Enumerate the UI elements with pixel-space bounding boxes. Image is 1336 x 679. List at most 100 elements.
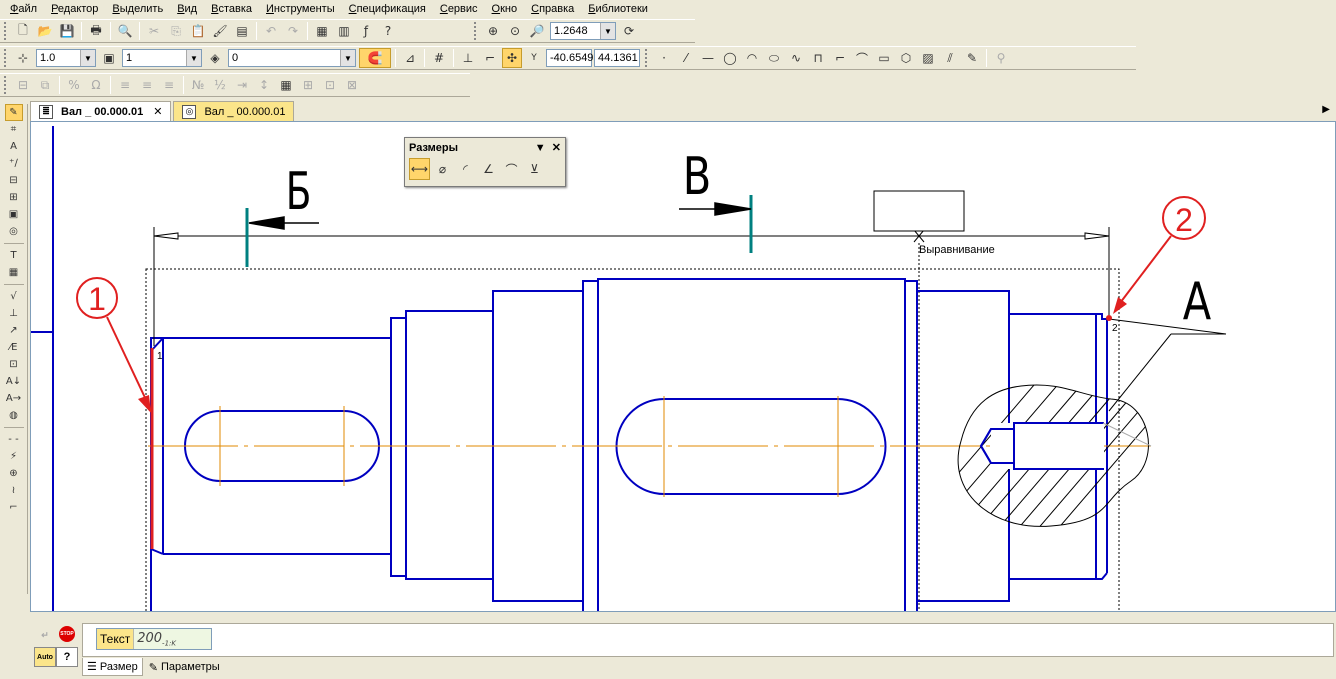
measure-icon[interactable]: ⊞ xyxy=(5,189,23,206)
leader-icon[interactable]: ↗ xyxy=(5,322,23,339)
menu-specification[interactable]: Спецификация xyxy=(349,3,426,15)
undo-icon[interactable]: ↶ xyxy=(261,21,281,41)
format-brush-icon[interactable]: 🖌 xyxy=(210,21,230,41)
center-mark-icon[interactable]: ⊕ xyxy=(5,465,23,482)
indent-icon[interactable]: ⇥ xyxy=(232,75,252,95)
parametrize-icon[interactable]: ⊟ xyxy=(5,172,23,189)
menu-editor[interactable]: Редактор xyxy=(51,3,98,15)
cut-icon[interactable]: ✂ xyxy=(144,21,164,41)
ellipse-icon[interactable]: ⬭ xyxy=(764,48,784,68)
menu-insert[interactable]: Вставка xyxy=(211,3,252,15)
stop-icon[interactable]: STOP xyxy=(56,624,78,644)
frame-icon[interactable]: ⌐ xyxy=(5,499,23,516)
wave-line-icon[interactable]: ≀ xyxy=(5,482,23,499)
menu-libraries[interactable]: Библиотеки xyxy=(588,3,648,15)
panel-titlebar[interactable]: Размеры ▼ ✕ xyxy=(405,138,565,158)
toolbar-grip[interactable] xyxy=(4,22,9,40)
tab-document-active[interactable]: ≣ Вал _ 00.000.01 ✕ xyxy=(30,101,172,121)
menu-service[interactable]: Сервис xyxy=(440,3,478,15)
layer-combo[interactable]: 1 ▼ xyxy=(122,49,202,67)
menu-view[interactable]: Вид xyxy=(177,3,197,15)
cut-line-icon[interactable]: A↓ xyxy=(5,373,23,390)
style-icon[interactable]: ◈ xyxy=(205,48,225,68)
table-left-icon[interactable]: ▦ xyxy=(5,264,23,281)
tab-parameters[interactable]: ✎ Параметры xyxy=(145,658,224,676)
print-icon[interactable]: 🖶 xyxy=(86,21,106,41)
text-right-icon[interactable]: ≡ xyxy=(159,75,179,95)
split-icon[interactable]: ⊡ xyxy=(320,75,340,95)
merge-icon[interactable]: ⊞ xyxy=(298,75,318,95)
preview-icon[interactable]: 🔍 xyxy=(115,21,135,41)
zoom-in-icon[interactable]: 🔎 xyxy=(527,21,547,41)
chevron-down-icon[interactable]: ▼ xyxy=(186,50,201,66)
help-icon[interactable]: ? xyxy=(56,647,78,667)
table-icon[interactable]: ▦ xyxy=(276,75,296,95)
break-icon[interactable]: ⚡ xyxy=(5,448,23,465)
toolbar-grip[interactable] xyxy=(474,22,479,40)
percent-icon[interactable]: % xyxy=(64,75,84,95)
chevron-down-icon[interactable]: ▼ xyxy=(80,50,95,66)
tab-document-inactive[interactable]: ◎ Вал _ 00.000.01 xyxy=(173,101,295,121)
menu-file[interactable]: Файл xyxy=(10,3,37,15)
chevron-down-icon[interactable]: ▼ xyxy=(340,50,355,66)
rectangle-icon[interactable]: ▭ xyxy=(874,48,894,68)
grid-icon[interactable]: # xyxy=(429,48,449,68)
zoom-window-icon[interactable]: ⊕ xyxy=(483,21,503,41)
arc-dimension-icon[interactable]: ⌒ xyxy=(501,158,522,180)
tolerance-icon[interactable]: ⊡ xyxy=(5,356,23,373)
style-combo[interactable]: 0 ▼ xyxy=(228,49,356,67)
view-arrow-icon[interactable]: A→ xyxy=(5,390,23,407)
menu-select[interactable]: Выделить xyxy=(112,3,163,15)
save-icon[interactable]: 💾 xyxy=(57,21,77,41)
open-folder-icon[interactable]: 📂 xyxy=(35,21,55,41)
hatch-icon[interactable]: ▨ xyxy=(918,48,938,68)
segment-icon[interactable]: — xyxy=(698,48,718,68)
detail-icon[interactable]: ◍ xyxy=(5,407,23,424)
chevron-down-icon[interactable]: ▼ xyxy=(600,23,615,39)
dimension-text-box[interactable] xyxy=(873,190,965,232)
view-icon[interactable]: ◎ xyxy=(5,223,23,240)
redo-icon[interactable]: ↷ xyxy=(283,21,303,41)
layer-icon[interactable]: ▣ xyxy=(99,48,119,68)
text-center-icon[interactable]: ≡ xyxy=(137,75,157,95)
equidistant-icon[interactable]: ⫽ xyxy=(940,48,960,68)
spacing-icon[interactable]: ↕ xyxy=(254,75,274,95)
text-left-icon[interactable]: ≡ xyxy=(115,75,135,95)
library-icon[interactable]: ▥ xyxy=(334,21,354,41)
new-document-icon[interactable]: 🗋 xyxy=(13,21,33,41)
fillet-icon[interactable]: ⌒ xyxy=(852,48,872,68)
select-icon[interactable]: ▣ xyxy=(5,206,23,223)
diameter-dimension-icon[interactable]: ⌀ xyxy=(432,158,453,180)
step-icon[interactable]: ⊹ xyxy=(13,48,33,68)
chamfer-icon[interactable]: ⌐ xyxy=(830,48,850,68)
macro-icon[interactable]: ⚲ xyxy=(991,48,1011,68)
omega-icon[interactable]: Ω xyxy=(86,75,106,95)
panel-close-icon[interactable]: ✕ xyxy=(552,142,561,154)
menu-window[interactable]: Окно xyxy=(492,3,518,15)
align-left-icon[interactable]: ⊟ xyxy=(13,75,33,95)
ortho-mode-icon[interactable]: ⌐ xyxy=(480,48,500,68)
tab-size[interactable]: ☰ Размер xyxy=(82,658,143,676)
coord-x-field[interactable]: -40.6549 xyxy=(546,49,593,67)
arc-icon[interactable]: ◠ xyxy=(742,48,762,68)
polyline-icon[interactable]: ⊓ xyxy=(808,48,828,68)
auto-create-icon[interactable]: Auto xyxy=(34,647,56,667)
copy-icon[interactable]: ⎘ xyxy=(166,21,186,41)
local-cs-icon[interactable]: ⊥ xyxy=(458,48,478,68)
manager-icon[interactable]: ▦ xyxy=(312,21,332,41)
numbering-icon[interactable]: № xyxy=(188,75,208,95)
zoom-combo[interactable]: 1.2648 ▼ xyxy=(550,22,616,40)
properties-icon[interactable]: ▤ xyxy=(232,21,252,41)
menu-tools[interactable]: Инструменты xyxy=(266,3,335,15)
designations-icon[interactable]: A xyxy=(5,138,23,155)
help-cursor-icon[interactable]: ? xyxy=(378,21,398,41)
tab-scroll-icon[interactable]: ▶ xyxy=(1322,104,1330,115)
text-icon[interactable]: T xyxy=(5,247,23,264)
contour-icon[interactable]: ✎ xyxy=(962,48,982,68)
position-icon[interactable]: ⁄E xyxy=(5,339,23,356)
point-icon[interactable]: · xyxy=(654,48,674,68)
dimensions-icon[interactable]: ⌗ xyxy=(5,121,23,138)
coord-y-field[interactable]: 44.1361 xyxy=(594,49,640,67)
toolbar-grip[interactable] xyxy=(645,49,650,67)
aux-line-icon[interactable]: ⁄ xyxy=(676,48,696,68)
